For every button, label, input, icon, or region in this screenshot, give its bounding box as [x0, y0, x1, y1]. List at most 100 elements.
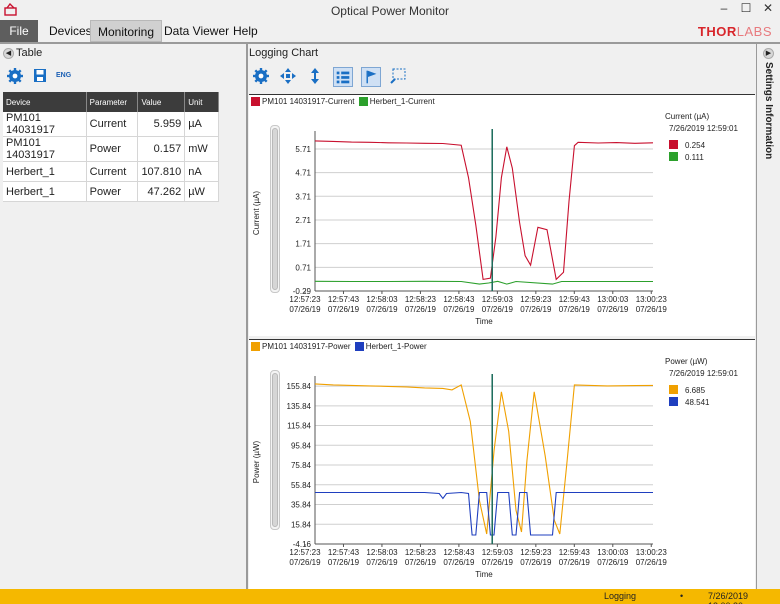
- x-tick-date-label: 07/26/19: [559, 558, 591, 567]
- readout-unit: Power (µW): [665, 358, 708, 366]
- x-tick-label: 12:57:23: [289, 295, 321, 304]
- x-tick-date-label: 07/26/19: [328, 558, 360, 567]
- zoom-box-icon[interactable]: [389, 67, 407, 85]
- y-tick-label: 0.71: [295, 263, 311, 272]
- power-chart-plot[interactable]: 155.84 135.84 115.84 95.84 75.84 55.84 35.84 15…: [249, 358, 755, 590]
- cell-parameter: Current: [86, 161, 139, 182]
- x-tick-date-label: 07/26/19: [366, 305, 398, 314]
- readout-swatch: [669, 140, 678, 149]
- readout-unit: Current (µA): [665, 113, 710, 121]
- y-tick-label: 95.84: [291, 441, 312, 450]
- table-row[interactable]: PM101 14031917 Current 5.959 µA: [3, 112, 219, 137]
- series-line: [314, 280, 653, 285]
- x-tick-date-label: 07/26/19: [520, 558, 552, 567]
- settings-info-sidebar[interactable]: ▶ Settings Information: [756, 44, 780, 589]
- x-tick-label: 13:00:23: [636, 548, 668, 557]
- x-tick-label: 12:58:03: [366, 295, 398, 304]
- x-tick-label: 12:58:23: [405, 295, 437, 304]
- legend-item[interactable]: PM101 14031917-Power: [262, 342, 351, 351]
- table-row[interactable]: Herbert_1 Current 107.810 nA: [3, 161, 219, 182]
- x-tick-date-label: 07/26/19: [636, 558, 668, 567]
- marker-flag-icon[interactable]: [361, 67, 381, 87]
- x-tick-label: 12:58:43: [443, 295, 475, 304]
- col-unit[interactable]: Unit: [184, 92, 219, 112]
- readout-value: 6.685: [685, 386, 706, 395]
- menu-bar: File Devices Monitoring Data Viewer Help…: [0, 20, 780, 42]
- y-tick-label: 75.84: [291, 461, 312, 470]
- chart-panel-title: Logging Chart: [249, 47, 319, 59]
- table-panel: ◀ Table ENG Device Parameter Value Unit P…: [0, 44, 246, 589]
- x-tick-label: 12:59:43: [559, 295, 591, 304]
- cell-device: PM101 14031917: [3, 136, 87, 162]
- status-timestamp: 7/26/2019 13:00:30: [708, 591, 749, 604]
- chart-settings-gear-icon[interactable]: [252, 67, 270, 85]
- x-tick-date-label: 07/26/19: [636, 305, 668, 314]
- readout-value: 0.254: [685, 141, 706, 150]
- settings-info-tab[interactable]: Settings Information: [763, 62, 774, 159]
- x-tick-label: 12:59:03: [482, 548, 514, 557]
- col-value[interactable]: Value: [137, 92, 186, 112]
- cell-device: Herbert_1: [3, 161, 87, 182]
- x-tick-label: 12:58:43: [443, 548, 475, 557]
- x-tick-date-label: 07/26/19: [597, 305, 629, 314]
- gear-icon[interactable]: [6, 67, 24, 85]
- table-panel-header: ◀ Table: [3, 47, 42, 61]
- cell-device: Herbert_1: [3, 181, 87, 202]
- col-parameter[interactable]: Parameter: [86, 92, 139, 112]
- x-tick-label: 12:59:43: [559, 548, 591, 557]
- legend-item[interactable]: Herbert_1-Current: [370, 97, 435, 106]
- minimize-button[interactable]: –: [714, 1, 734, 19]
- maximize-button[interactable]: ☐: [736, 1, 756, 19]
- legend-list-icon[interactable]: [333, 67, 353, 87]
- current-chart: PM101 14031917-Current Herbert_1-Current…: [249, 94, 755, 336]
- menu-help[interactable]: Help: [226, 20, 265, 42]
- power-chart: PM101 14031917-Power Herbert_1-Power 155…: [249, 339, 755, 589]
- menu-data-viewer[interactable]: Data Viewer: [157, 20, 236, 42]
- x-tick-label: 13:00:23: [636, 295, 668, 304]
- cell-value: 47.262: [137, 181, 186, 202]
- legend-item[interactable]: PM101 14031917-Current: [262, 97, 355, 106]
- close-button[interactable]: ✕: [758, 1, 778, 19]
- table-row[interactable]: Herbert_1 Power 47.262 µW: [3, 181, 219, 202]
- y-tick-label: 115.84: [287, 422, 311, 431]
- x-tick-label: 13:00:03: [597, 548, 629, 557]
- cell-unit: nA: [184, 161, 219, 182]
- readout-value: 48.541: [685, 398, 710, 407]
- readout-time: 7/26/2019 12:59:01: [669, 369, 739, 378]
- cell-value: 5.959: [137, 112, 186, 137]
- legend-item[interactable]: Herbert_1-Power: [366, 342, 427, 351]
- legend-swatch: [354, 342, 364, 352]
- y-tick-label: 5.71: [295, 145, 311, 154]
- readout-swatch: [669, 152, 678, 161]
- current-chart-legend: PM101 14031917-Current Herbert_1-Current: [251, 97, 437, 111]
- table-row[interactable]: PM101 14031917 Power 0.157 mW: [3, 136, 219, 162]
- y-tick-label: 2.71: [295, 216, 311, 225]
- x-tick-label: 12:58:23: [405, 548, 437, 557]
- data-table: Device Parameter Value Unit PM101 140319…: [3, 92, 219, 202]
- cell-value: 0.157: [137, 136, 186, 162]
- x-tick-date-label: 07/26/19: [366, 558, 398, 567]
- collapse-right-icon[interactable]: ▶: [763, 48, 774, 59]
- menu-file[interactable]: File: [0, 20, 38, 42]
- pan-icon[interactable]: [279, 67, 297, 85]
- x-tick-date-label: 07/26/19: [289, 305, 321, 314]
- menu-monitoring[interactable]: Monitoring: [90, 20, 163, 42]
- legend-swatch: [251, 342, 260, 352]
- cell-parameter: Power: [86, 181, 139, 202]
- vertical-zoom-icon[interactable]: [306, 67, 324, 85]
- eng-format-button[interactable]: ENG: [56, 67, 78, 85]
- readout-swatch: [669, 385, 678, 394]
- title-bar: Optical Power Monitor – ☐ ✕: [0, 0, 780, 20]
- collapse-left-icon[interactable]: ◀: [3, 47, 14, 59]
- x-tick-date-label: 07/26/19: [405, 305, 437, 314]
- cell-value: 107.810: [137, 161, 186, 182]
- x-tick-date-label: 07/26/19: [443, 305, 475, 314]
- save-icon[interactable]: [31, 67, 49, 85]
- cell-device: PM101 14031917: [3, 112, 87, 137]
- x-tick-date-label: 07/26/19: [405, 558, 437, 567]
- y-axis-title: Power (µW): [252, 440, 261, 483]
- col-device[interactable]: Device: [3, 92, 87, 112]
- current-chart-plot[interactable]: 5.714.713.712.711.710.71-0.2912:57:2307/…: [249, 113, 755, 335]
- x-tick-date-label: 07/26/19: [559, 305, 591, 314]
- y-tick-label: 35.84: [291, 501, 312, 510]
